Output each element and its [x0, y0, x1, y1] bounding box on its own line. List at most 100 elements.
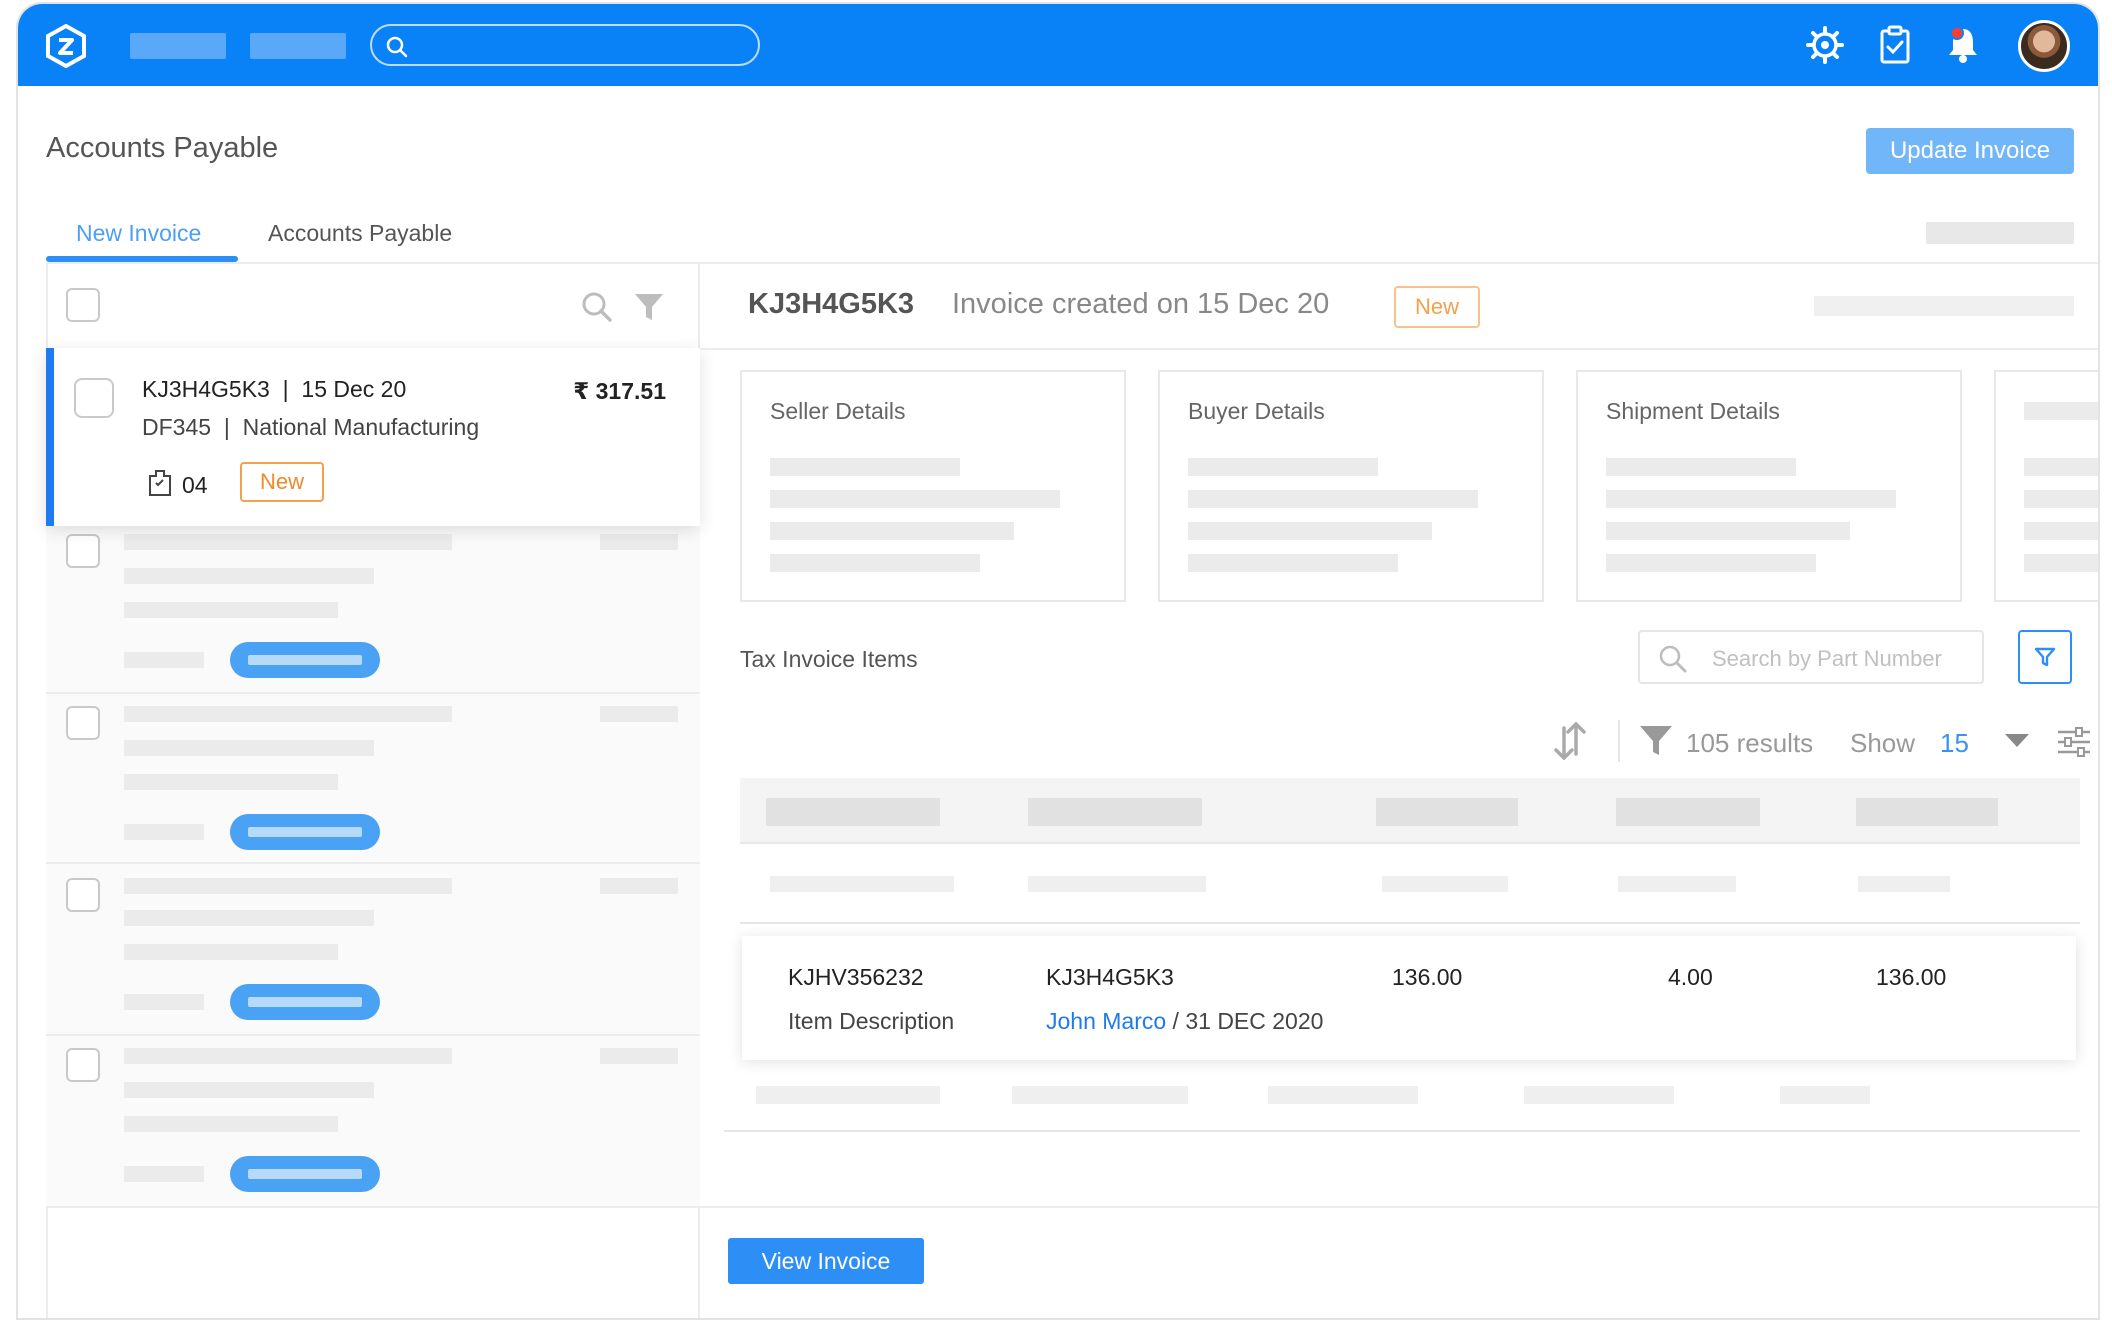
- app-logo-icon[interactable]: [44, 24, 88, 68]
- part-number-search-input[interactable]: Search by Part Number: [1638, 630, 1984, 684]
- search-icon[interactable]: [580, 290, 614, 324]
- search-placeholder: Search by Part Number: [1712, 646, 1942, 671]
- filter-icon[interactable]: [1638, 722, 1674, 758]
- page-size-select[interactable]: 15: [1940, 728, 1969, 759]
- placeholder-bar: [1188, 554, 1398, 572]
- package-icon: [149, 470, 171, 496]
- placeholder-bar: [600, 706, 678, 722]
- placeholder-bar: [124, 1082, 374, 1098]
- buyer-details-box[interactable]: Buyer Details: [1158, 370, 1544, 602]
- settings-gear-icon[interactable]: [1804, 24, 1846, 66]
- placeholder-bar: [2024, 402, 2098, 420]
- placeholder-bar: [770, 554, 980, 572]
- value-cell-2: 4.00: [1668, 964, 1713, 990]
- placeholder-bar: [124, 706, 452, 722]
- status-pill-placeholder: [230, 984, 380, 1020]
- row-checkbox[interactable]: [66, 706, 100, 740]
- global-search-input[interactable]: [370, 24, 760, 66]
- separator: /: [1166, 1008, 1186, 1034]
- clipboard-check-icon[interactable]: [1874, 24, 1916, 66]
- table-header: [740, 778, 2080, 844]
- placeholder-bar: [1606, 490, 1896, 508]
- placeholder-bar: [1188, 522, 1432, 540]
- sort-icon[interactable]: [1550, 718, 1590, 764]
- column-header-placeholder: [1616, 798, 1760, 826]
- item-description-cell: Item Description: [788, 1008, 955, 1034]
- placeholder-bar: [124, 994, 204, 1010]
- tab-new-invoice[interactable]: New Invoice: [76, 220, 201, 247]
- view-invoice-button[interactable]: View Invoice: [728, 1238, 924, 1284]
- placeholder-bar: [1382, 876, 1508, 892]
- user-link[interactable]: John Marco: [1046, 1008, 1166, 1034]
- user-avatar[interactable]: [2018, 20, 2070, 72]
- placeholder-bar: [1858, 876, 1950, 892]
- row-checkbox[interactable]: [66, 878, 100, 912]
- selected-invoice-card[interactable]: KJ3H4G5K3 | 15 Dec 20 ₹ 317.51 DF345 | N…: [46, 348, 700, 526]
- placeholder-bar: [124, 652, 204, 668]
- status-pill-placeholder: [230, 814, 380, 850]
- placeholder-bar: [124, 944, 338, 960]
- placeholder-bar: [1780, 1086, 1870, 1104]
- placeholder-bar: [124, 1048, 452, 1064]
- divider: [740, 922, 2080, 924]
- placeholder-bar: [770, 522, 1014, 540]
- item-count: 04: [182, 472, 208, 498]
- nav-item-2[interactable]: [250, 33, 346, 59]
- placeholder-bar: [1814, 296, 2074, 316]
- invoice-checkbox[interactable]: [74, 378, 114, 418]
- status-pill-placeholder: [230, 642, 380, 678]
- placeholder-bar: [1926, 222, 2074, 244]
- placeholder-bar: [1606, 522, 1850, 540]
- shipment-details-box[interactable]: Shipment Details: [1576, 370, 1962, 602]
- table-row[interactable]: KJHV356232 Item Description KJ3H4G5K3 Jo…: [742, 936, 2076, 1060]
- divider: [724, 1130, 2080, 1132]
- placeholder-bar: [2024, 490, 2098, 508]
- search-icon: [1659, 645, 1687, 673]
- placeholder-bar: [770, 876, 954, 892]
- vendor-code: DF345: [142, 414, 212, 440]
- invoice-vendor-line: DF345 | National Manufacturing: [142, 414, 479, 441]
- placeholder-bar: [124, 740, 374, 756]
- row-checkbox[interactable]: [66, 534, 100, 568]
- value-cell-1: 136.00: [1392, 964, 1463, 990]
- placeholder-bar: [600, 534, 678, 550]
- placeholder-bar: [2024, 458, 2098, 476]
- status-badge: New: [240, 462, 324, 502]
- row-checkbox[interactable]: [66, 1048, 100, 1082]
- divider: [46, 1206, 700, 1208]
- divider: [700, 348, 2098, 350]
- placeholder-bar: [1618, 876, 1736, 892]
- part-number-cell: KJHV356232: [788, 964, 924, 990]
- column-header-placeholder: [766, 798, 940, 826]
- invoice-number-cell: KJ3H4G5K3: [1046, 964, 1174, 990]
- placeholder-bar: [1012, 1086, 1188, 1104]
- divider: [46, 1034, 700, 1036]
- invoice-list-placeholder: [46, 526, 700, 1208]
- page-title: Accounts Payable: [46, 132, 279, 164]
- divider: [46, 692, 700, 694]
- seller-details-title: Seller Details: [770, 398, 906, 424]
- divider: [46, 262, 2098, 264]
- seller-details-box[interactable]: Seller Details: [740, 370, 1126, 602]
- invoice-id: KJ3H4G5K3: [142, 376, 270, 402]
- divider: [46, 862, 700, 864]
- select-all-checkbox[interactable]: [66, 288, 100, 322]
- nav-item-1[interactable]: [130, 33, 226, 59]
- filter-icon[interactable]: [632, 290, 666, 324]
- update-invoice-button[interactable]: Update Invoice: [1866, 128, 2074, 174]
- top-bar: [18, 4, 2098, 86]
- value-cell-3: 136.00: [1876, 964, 1947, 990]
- placeholder-bar: [124, 568, 374, 584]
- placeholder-bar: [1524, 1086, 1674, 1104]
- vendor-name: National Manufacturing: [242, 414, 480, 440]
- placeholder-bar: [770, 458, 960, 476]
- tab-accounts-payable[interactable]: Accounts Payable: [268, 220, 452, 247]
- column-header-placeholder: [1856, 798, 1998, 826]
- invoice-amount: ₹ 317.51: [573, 378, 666, 404]
- column-settings-icon[interactable]: [2056, 724, 2092, 760]
- invoice-number: KJ3H4G5K3: [748, 288, 915, 320]
- show-label: Show: [1850, 728, 1916, 758]
- chevron-down-icon[interactable]: [2004, 732, 2030, 748]
- more-details-box[interactable]: [1994, 370, 2098, 602]
- filter-button[interactable]: [2018, 630, 2072, 684]
